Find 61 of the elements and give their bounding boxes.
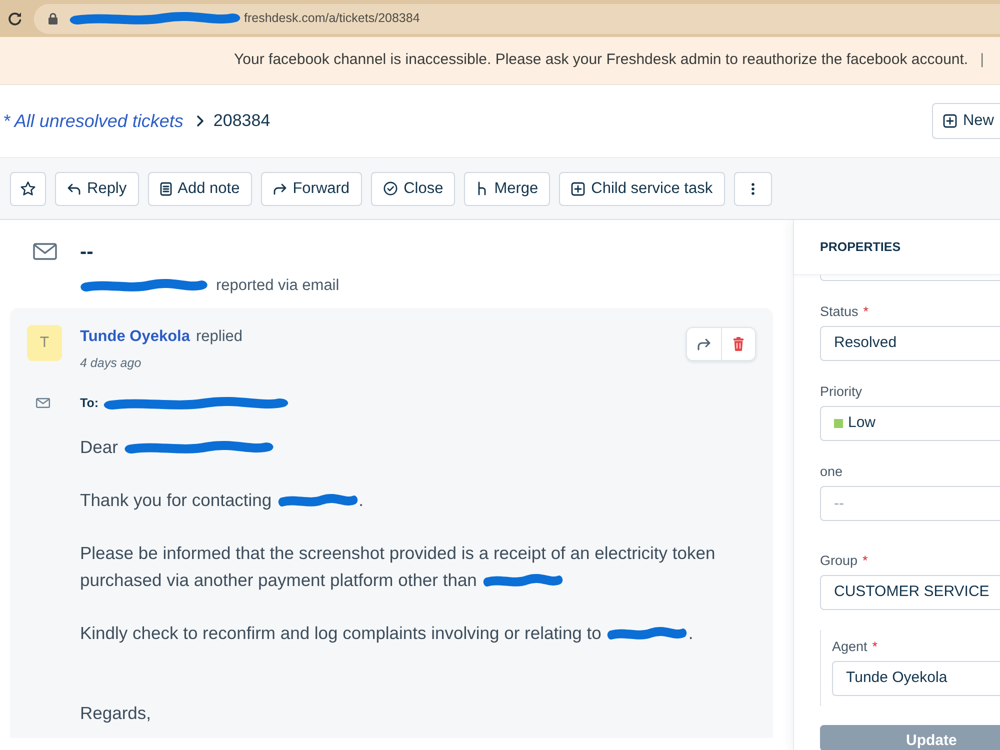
field-label: Status (820, 304, 858, 319)
recipient-label: To: (80, 395, 99, 412)
body-text: Please be informed that the screenshot provided is a receipt of an electricity token (80, 542, 716, 562)
breadcrumb-link[interactable]: * All unresolved tickets (3, 108, 184, 134)
check-circle-icon (382, 181, 398, 196)
banner-message: Your facebook channel is inaccessible. Please ask your Freshdesk admin to reauthorize the facebook account. (234, 50, 968, 70)
delete-button[interactable] (721, 328, 755, 360)
child-task-button[interactable]: Child service task (559, 172, 725, 206)
note-icon (160, 182, 172, 196)
body-text: . (688, 622, 694, 642)
dropdown-field[interactable]: Low (820, 406, 1000, 441)
merge-icon (476, 181, 488, 196)
plus-square-icon (571, 182, 586, 196)
avatar: T (27, 325, 62, 362)
required-mark: * (862, 553, 868, 568)
chevron-right-icon (196, 115, 204, 127)
trash-icon (733, 337, 744, 352)
body-text: Thank you for contacting (80, 490, 272, 510)
field-label: Priority (820, 384, 862, 399)
plus-square-icon (942, 114, 957, 128)
dropdown-field[interactable]: -- (820, 486, 1000, 521)
ticket-id: 208384 (213, 110, 270, 132)
reload-icon[interactable] (7, 10, 23, 26)
more-vertical-icon (750, 182, 755, 196)
body-text: Dear (80, 436, 118, 456)
merge-button[interactable]: Merge (464, 172, 550, 206)
panel-title: PROPERTIES (820, 238, 901, 256)
field-label: Agent (832, 639, 868, 654)
required-mark: * (872, 639, 878, 654)
reply-arrow-icon (67, 182, 81, 196)
url-text: freshdesk.com/a/tickets/208384 (244, 10, 420, 28)
add-note-button[interactable]: Add note (148, 172, 252, 206)
address-bar[interactable]: freshdesk.com/a/tickets/208384 (34, 4, 1000, 34)
dropdown-field[interactable]: Tunde Oyekola (832, 661, 1000, 696)
lock-icon (48, 12, 58, 25)
envelope-icon (36, 398, 50, 408)
dropdown-field[interactable]: CUSTOMER SERVICE (820, 575, 1000, 610)
envelope-icon (33, 243, 57, 260)
reply-button[interactable]: Reply (55, 172, 139, 206)
forward-arrow-icon (697, 338, 711, 351)
body-text: purchased via another payment platform other than (80, 570, 477, 590)
ticket-subject: -- (80, 241, 94, 263)
banner-divider: | (980, 50, 984, 70)
field-label: Group (820, 553, 858, 568)
forward-arrow-icon (272, 182, 287, 196)
reporter-text: reported via email (216, 276, 340, 296)
timestamp: 4 days ago (80, 354, 142, 372)
body-text: Kindly check to reconfirm and log complaints involving or relating to (80, 622, 602, 642)
forward-button[interactable]: Forward (260, 172, 362, 206)
field-label: one (820, 464, 843, 479)
body-text: Regards, (80, 702, 152, 722)
forward-button[interactable] (687, 328, 721, 360)
reply-status: replied (196, 327, 242, 348)
dropdown-field[interactable]: Resolved (820, 326, 1000, 361)
close-ticket-button[interactable]: Close (370, 172, 456, 206)
body-text: . (358, 490, 364, 510)
new-button[interactable]: New (932, 103, 1000, 139)
star-button[interactable] (10, 172, 46, 206)
required-mark: * (863, 304, 869, 319)
dropdown-field[interactable] (820, 275, 1000, 281)
author-link[interactable]: Tunde Oyekola (80, 325, 190, 348)
